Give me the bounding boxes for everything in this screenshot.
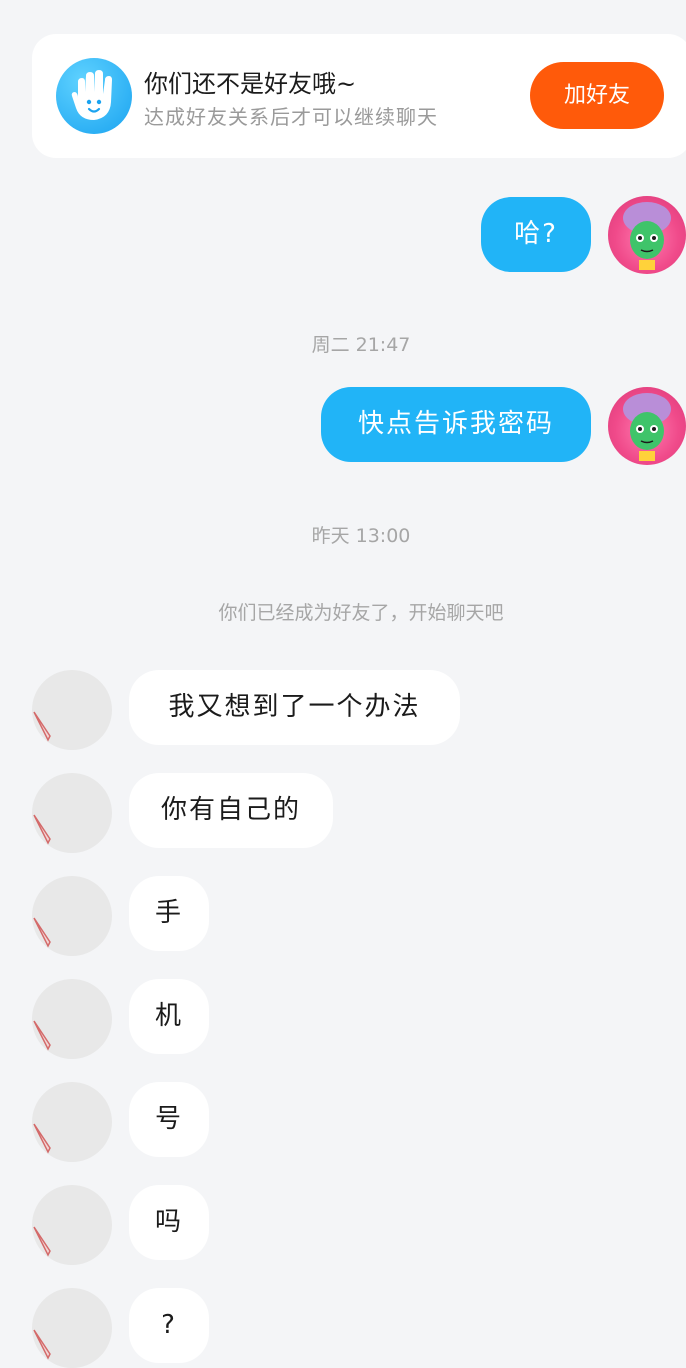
- peer-avatar[interactable]: [32, 773, 112, 853]
- avatar-character-icon: [623, 393, 671, 461]
- avatar-placeholder-icon: [33, 917, 51, 948]
- my-avatar[interactable]: [608, 387, 686, 465]
- peer-avatar[interactable]: [32, 1185, 112, 1265]
- banner-title: 你们还不是好友哦~: [144, 70, 357, 98]
- add-friend-button[interactable]: 加好友: [530, 62, 664, 129]
- outgoing-message[interactable]: 快点告诉我密码: [321, 387, 591, 462]
- peer-avatar[interactable]: [32, 1082, 112, 1162]
- incoming-message[interactable]: 吗: [129, 1185, 209, 1260]
- avatar-placeholder-icon: [33, 1329, 51, 1360]
- avatar-placeholder-icon: [33, 711, 51, 742]
- incoming-message[interactable]: ?: [129, 1288, 209, 1363]
- peer-avatar[interactable]: [32, 876, 112, 956]
- avatar-placeholder-icon: [33, 1226, 51, 1257]
- incoming-message[interactable]: 我又想到了一个办法: [129, 670, 460, 745]
- timestamp: 周二 21:47: [311, 334, 411, 356]
- peer-avatar[interactable]: [32, 979, 112, 1059]
- avatar-character-icon: [623, 202, 671, 270]
- outgoing-message[interactable]: 哈?: [481, 197, 591, 272]
- avatar-placeholder-icon: [33, 814, 51, 845]
- system-message: 你们已经成为好友了，开始聊天吧: [218, 602, 504, 624]
- peer-avatar[interactable]: [32, 670, 112, 750]
- peer-avatar[interactable]: [32, 1288, 112, 1368]
- not-friend-banner: 你们还不是好友哦~ 达成好友关系后才可以继续聊天 加好友: [32, 34, 686, 158]
- incoming-message[interactable]: 机: [129, 979, 209, 1054]
- my-avatar[interactable]: [608, 196, 686, 274]
- banner-subtitle: 达成好友关系后才可以继续聊天: [144, 105, 438, 129]
- incoming-message[interactable]: 手: [129, 876, 209, 951]
- avatar-placeholder-icon: [33, 1020, 51, 1051]
- wave-hand-icon: [56, 58, 132, 134]
- incoming-message[interactable]: 号: [129, 1082, 209, 1157]
- timestamp: 昨天 13:00: [311, 525, 411, 547]
- avatar-placeholder-icon: [33, 1123, 51, 1154]
- incoming-message[interactable]: 你有自己的: [129, 773, 333, 848]
